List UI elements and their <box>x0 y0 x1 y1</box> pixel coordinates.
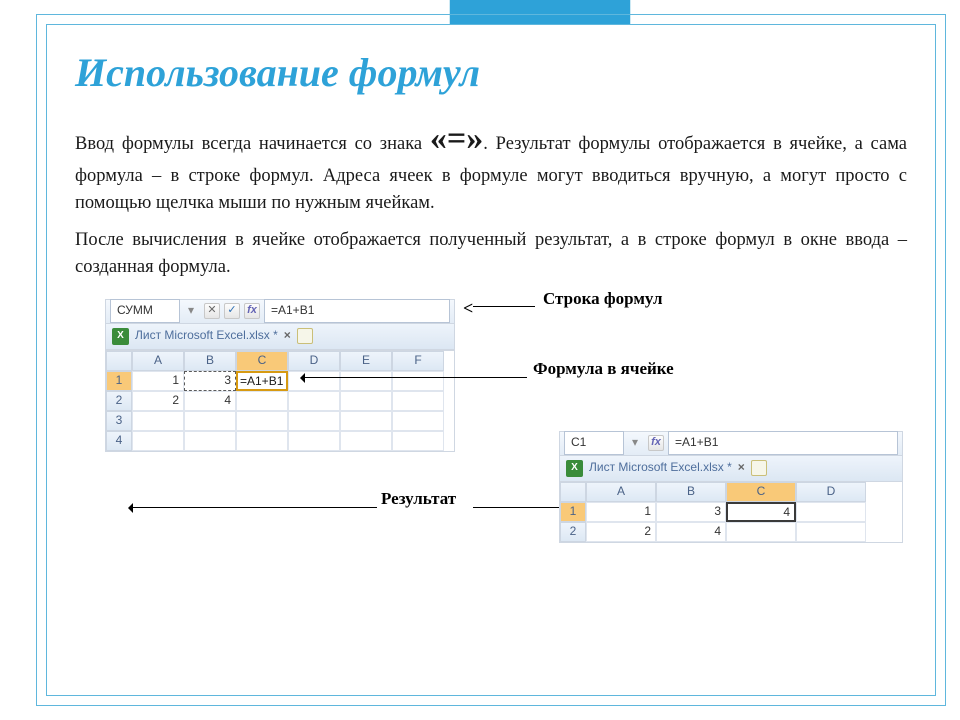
label-result: Результат <box>381 487 456 512</box>
confirm-icon[interactable]: ✓ <box>224 303 240 319</box>
grid-corner[interactable] <box>106 351 132 371</box>
label-formula-bar: Строка формул <box>543 287 663 312</box>
spreadsheet-grid-1[interactable]: A B C D E F 1 1 3 =A1+B1 2 <box>106 350 454 451</box>
excel-file-icon-2: X <box>566 460 583 477</box>
col2-header-c[interactable]: C <box>726 482 796 502</box>
cell2-d1[interactable] <box>796 502 866 522</box>
namebox-row-2: C1 ▾ fx =A1+B1 <box>560 432 902 456</box>
cell-a3[interactable] <box>132 411 184 431</box>
formula-bar-input-2[interactable]: =A1+B1 <box>668 431 898 454</box>
cell-a1[interactable]: 1 <box>132 371 184 391</box>
row-header-4[interactable]: 4 <box>106 431 132 451</box>
cell-d3[interactable] <box>288 411 340 431</box>
col2-header-a[interactable]: A <box>586 482 656 502</box>
col-header-e[interactable]: E <box>340 351 392 371</box>
cell-a4[interactable] <box>132 431 184 451</box>
cell2-d2[interactable] <box>796 522 866 542</box>
cell-f4[interactable] <box>392 431 444 451</box>
formula-bar-buttons-2: fx <box>648 435 664 451</box>
cell-e4[interactable] <box>340 431 392 451</box>
dropdown-icon-2[interactable]: ▾ <box>628 434 642 451</box>
namebox-row-1: СУММ ▾ ✕ ✓ fx =A1+B1 <box>106 300 454 324</box>
arrow-formula-in-cell <box>305 377 527 378</box>
page-title: Использование формул <box>47 25 935 106</box>
cell-d4[interactable] <box>288 431 340 451</box>
cell2-a1[interactable]: 1 <box>586 502 656 522</box>
arrow-result-left <box>133 507 377 508</box>
cell2-b1[interactable]: 3 <box>656 502 726 522</box>
name-box-2[interactable]: C1 <box>564 431 624 454</box>
row-header-2[interactable]: 2 <box>106 391 132 411</box>
sheet-tab-name[interactable]: Лист Microsoft Excel.xlsx * <box>135 327 278 344</box>
col-header-b[interactable]: B <box>184 351 236 371</box>
sheet-tab-row: X Лист Microsoft Excel.xlsx * × <box>106 324 454 350</box>
sheet-tab-name-2[interactable]: Лист Microsoft Excel.xlsx * <box>589 459 732 476</box>
tab-close-icon[interactable]: × <box>284 327 291 344</box>
cell-e1[interactable] <box>340 371 392 391</box>
grid-corner-2[interactable] <box>560 482 586 502</box>
cell-b4[interactable] <box>184 431 236 451</box>
row-header-1[interactable]: 1 <box>106 371 132 391</box>
diagram-area: Строка формул < СУММ ▾ ✕ ✓ fx =A1+B1 <box>75 291 907 571</box>
cell-a2[interactable]: 2 <box>132 391 184 411</box>
paragraph-1: Ввод формулы всегда начинается со знака … <box>75 114 907 217</box>
cell-f1[interactable] <box>392 371 444 391</box>
cell2-b2[interactable]: 4 <box>656 522 726 542</box>
cell-c2[interactable] <box>236 391 288 411</box>
row2-header-1[interactable]: 1 <box>560 502 586 522</box>
arrow-formula-bar-head: < <box>463 295 473 321</box>
cell2-c1-result[interactable]: 4 <box>726 502 796 522</box>
formula-bar-buttons: ✕ ✓ fx <box>204 303 260 319</box>
cell-f2[interactable] <box>392 391 444 411</box>
cell-c3[interactable] <box>236 411 288 431</box>
equals-sign: «=» <box>430 120 483 157</box>
col-header-c[interactable]: C <box>236 351 288 371</box>
body-text: Ввод формулы всегда начинается со знака … <box>47 106 935 571</box>
cell-e3[interactable] <box>340 411 392 431</box>
excel-editing-screenshot: СУММ ▾ ✕ ✓ fx =A1+B1 X Лист Microsoft Ex… <box>105 299 455 452</box>
cell-f3[interactable] <box>392 411 444 431</box>
cell-b3[interactable] <box>184 411 236 431</box>
spreadsheet-grid-2[interactable]: A B C D 1 1 3 4 2 2 4 <box>560 482 902 542</box>
cell-d2[interactable] <box>288 391 340 411</box>
cell-e2[interactable] <box>340 391 392 411</box>
tab-close-icon-2[interactable]: × <box>738 459 745 476</box>
tab-add-icon[interactable] <box>297 328 313 344</box>
cancel-icon[interactable]: ✕ <box>204 303 220 319</box>
cell-b1[interactable]: 3 <box>184 371 236 391</box>
tab-add-icon-2[interactable] <box>751 460 767 476</box>
excel-result-screenshot: C1 ▾ fx =A1+B1 X Лист Microsoft Excel.xl… <box>559 431 903 543</box>
col-header-d[interactable]: D <box>288 351 340 371</box>
excel-file-icon: X <box>112 328 129 345</box>
sheet-tab-row-2: X Лист Microsoft Excel.xlsx * × <box>560 456 902 482</box>
dropdown-icon[interactable]: ▾ <box>184 302 198 319</box>
cell2-a2[interactable]: 2 <box>586 522 656 542</box>
fx-icon[interactable]: fx <box>244 303 260 319</box>
label-formula-in-cell: Формула в ячейке <box>533 357 674 382</box>
cell-c4[interactable] <box>236 431 288 451</box>
arrow-formula-bar-line <box>473 306 535 307</box>
col2-header-b[interactable]: B <box>656 482 726 502</box>
paragraph-2: После вычисления в ячейке отображается п… <box>75 227 907 281</box>
cell-c1-editing[interactable]: =A1+B1 <box>236 371 288 391</box>
fx-icon-2[interactable]: fx <box>648 435 664 451</box>
row-header-3[interactable]: 3 <box>106 411 132 431</box>
col2-header-d[interactable]: D <box>796 482 866 502</box>
formula-bar-input[interactable]: =A1+B1 <box>264 299 450 322</box>
col-header-a[interactable]: A <box>132 351 184 371</box>
frame-inner: Использование формул Ввод формулы всегда… <box>46 24 936 696</box>
row2-header-2[interactable]: 2 <box>560 522 586 542</box>
p1a: Ввод формулы всегда начинается со знака <box>75 134 430 154</box>
cell2-c2[interactable] <box>726 522 796 542</box>
cell-b2[interactable]: 4 <box>184 391 236 411</box>
name-box[interactable]: СУММ <box>110 299 180 322</box>
slide-page: Использование формул Ввод формулы всегда… <box>0 0 960 720</box>
col-header-f[interactable]: F <box>392 351 444 371</box>
